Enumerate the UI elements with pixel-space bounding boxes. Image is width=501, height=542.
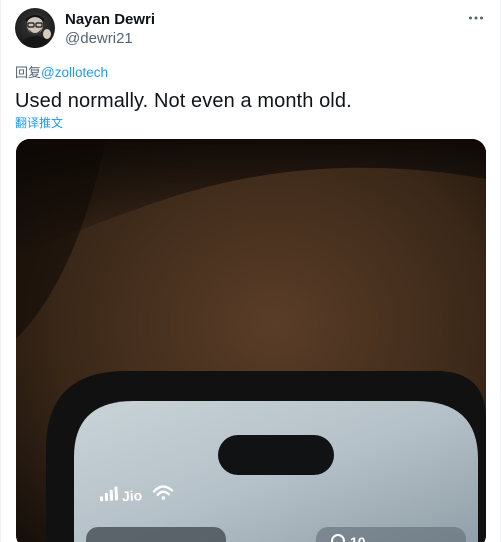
author-name[interactable]: Nayan Dewri — [65, 11, 155, 28]
avatar[interactable] — [15, 8, 55, 48]
more-options-button[interactable] — [466, 8, 486, 28]
carrier-label: Jio — [122, 487, 143, 504]
reply-context: 回复@zollotech — [15, 62, 108, 81]
translate-tweet-link[interactable]: 翻译推文 — [15, 114, 63, 131]
reply-mention-link[interactable]: @zollotech — [41, 65, 108, 80]
tweet-text: Used normally. Not even a month old. — [15, 90, 352, 112]
tweet: Nayan Dewri @dewri21 回复@zollotech Used n… — [0, 0, 501, 542]
more-horizontal-icon — [469, 16, 483, 20]
author-handle[interactable]: @dewri21 — [65, 30, 133, 47]
tweet-media-photo[interactable]: Jio 10 — [16, 139, 486, 542]
widget-partial-text: 10 — [350, 534, 366, 542]
reply-prefix: 回复 — [15, 66, 42, 81]
